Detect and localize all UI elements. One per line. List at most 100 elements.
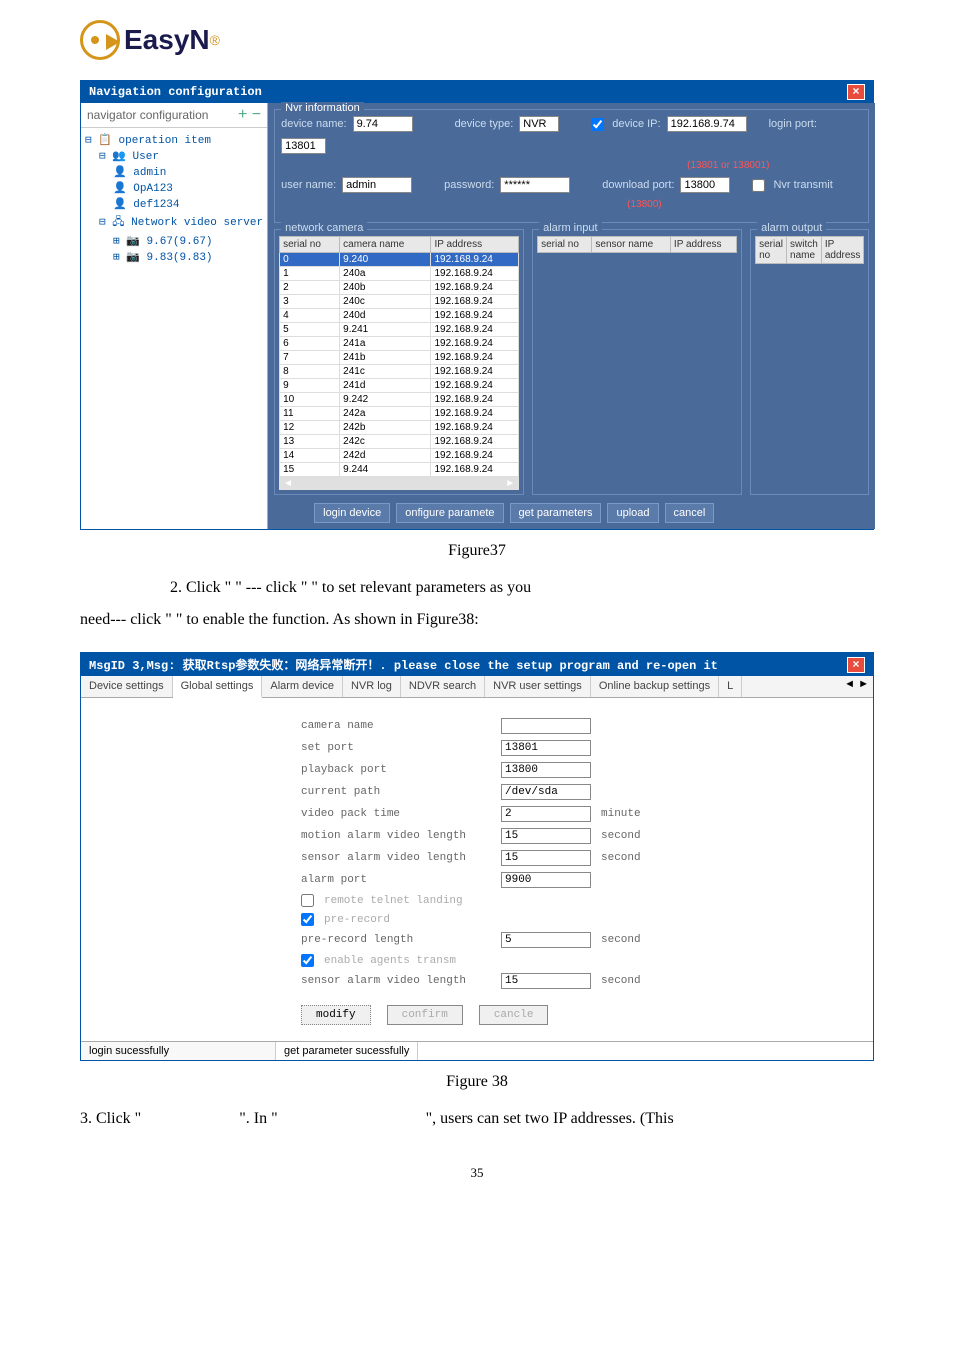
alarm-input-table[interactable]: serial nosensor nameIP address	[537, 236, 737, 253]
sensor-alarm-length2-label: sensor alarm video length	[301, 975, 491, 987]
nav-tree[interactable]: ⊟ 📋 operation item⊟ 👥 User👤 admin👤 OpA12…	[81, 128, 267, 269]
table-row[interactable]: 2240b192.168.9.24	[280, 281, 519, 295]
table-row[interactable]: 8241c192.168.9.24	[280, 365, 519, 379]
alarm-output-table[interactable]: serial noswitch nameIP address	[755, 236, 864, 264]
onfigure-paramete-button[interactable]: onfigure paramete	[396, 503, 503, 523]
device-ip-checkbox[interactable]	[591, 118, 604, 131]
cancel-button[interactable]: cancle	[479, 1005, 549, 1025]
tab-scroll-icon[interactable]: ◄ ►	[840, 676, 873, 697]
tree-item[interactable]: 👤 admin	[85, 164, 263, 180]
table-row[interactable]: 9241d192.168.9.24	[280, 379, 519, 393]
column-header[interactable]: IP address	[431, 237, 519, 253]
setting-label: motion alarm video length	[301, 830, 491, 842]
dialog-titlebar[interactable]: Navigation configuration ×	[81, 81, 873, 103]
tree-item[interactable]: ⊞ 📷 9.67(9.67)	[85, 233, 263, 249]
device-type-input[interactable]	[519, 116, 559, 132]
close-icon[interactable]: ×	[847, 657, 865, 673]
table-row[interactable]: 09.240192.168.9.24	[280, 253, 519, 267]
login-device-button[interactable]: login device	[314, 503, 390, 523]
device-name-input[interactable]	[353, 116, 413, 132]
setting-input[interactable]	[501, 850, 591, 866]
tab-online-backup-settings[interactable]: Online backup settings	[591, 676, 719, 697]
tree-item[interactable]: 👤 def1234	[85, 196, 263, 212]
table-cell: 192.168.9.24	[431, 253, 519, 267]
setting-input[interactable]	[501, 828, 591, 844]
table-row[interactable]: 12242b192.168.9.24	[280, 421, 519, 435]
table-cell: 15	[280, 463, 340, 477]
column-header[interactable]: sensor name	[592, 237, 671, 253]
modify-button[interactable]: modify	[301, 1005, 371, 1025]
pre-record-checkbox[interactable]	[301, 913, 314, 926]
sensor-alarm-length2-input[interactable]	[501, 973, 591, 989]
table-row[interactable]: 1240a192.168.9.24	[280, 267, 519, 281]
scroll-left-icon[interactable]: ◄	[283, 478, 293, 489]
table-row[interactable]: 7241b192.168.9.24	[280, 351, 519, 365]
para2-a: need--- click "	[80, 611, 172, 628]
setting-input[interactable]	[501, 762, 591, 778]
scroll-right-icon[interactable]: ►	[505, 478, 515, 489]
tab-alarm-device[interactable]: Alarm device	[262, 676, 343, 697]
tab-ndvr-search[interactable]: NDVR search	[401, 676, 485, 697]
table-row[interactable]: 14242d192.168.9.24	[280, 449, 519, 463]
column-header[interactable]: serial no	[756, 237, 787, 264]
scroll-bar[interactable]: ◄►	[279, 477, 519, 490]
pre-record-length-input[interactable]	[501, 932, 591, 948]
tree-item[interactable]: ⊟ 👥 User	[85, 148, 263, 164]
cancel-button[interactable]: cancel	[665, 503, 715, 523]
column-header[interactable]: IP address	[821, 237, 864, 264]
msgid-titlebar[interactable]: MsgID 3,Msg: 获取Rtsp参数失败：网络异常断开！. please …	[81, 653, 873, 676]
table-row[interactable]: 59.241192.168.9.24	[280, 323, 519, 337]
download-port-input[interactable]	[680, 177, 730, 193]
tabs-bar[interactable]: Device settingsGlobal settingsAlarm devi…	[81, 676, 873, 698]
setting-input[interactable]	[501, 718, 591, 734]
table-cell: 192.168.9.24	[431, 281, 519, 295]
settings-row: current path	[301, 784, 853, 800]
tab-global-settings[interactable]: Global settings	[173, 676, 263, 698]
tree-item[interactable]: ⊟ 🖧 Network video server	[85, 212, 263, 233]
remote-telnet-checkbox[interactable]	[301, 894, 314, 907]
network-camera-label: network camera	[281, 222, 367, 234]
password-input[interactable]	[500, 177, 570, 193]
nvr-transmit-checkbox[interactable]	[752, 179, 765, 192]
para1-c: " to set relevant parameters as you	[311, 579, 531, 596]
tree-expand-buttons[interactable]: + −	[238, 106, 261, 124]
confirm-button[interactable]: confirm	[387, 1005, 463, 1025]
get-parameters-button[interactable]: get parameters	[510, 503, 602, 523]
user-name-input[interactable]	[342, 177, 412, 193]
tab-l[interactable]: L	[719, 676, 742, 697]
tab-nvr-log[interactable]: NVR log	[343, 676, 401, 697]
table-row[interactable]: 109.242192.168.9.24	[280, 393, 519, 407]
tree-item[interactable]: 👤 OpA123	[85, 180, 263, 196]
table-row[interactable]: 4240d192.168.9.24	[280, 309, 519, 323]
table-row[interactable]: 13242c192.168.9.24	[280, 435, 519, 449]
tree-item[interactable]: ⊞ 📷 9.83(9.83)	[85, 249, 263, 265]
close-icon[interactable]: ×	[847, 84, 865, 100]
table-row[interactable]: 11242a192.168.9.24	[280, 407, 519, 421]
table-row[interactable]: 3240c192.168.9.24	[280, 295, 519, 309]
tree-item[interactable]: ⊟ 📋 operation item	[85, 132, 263, 148]
enable-agents-label: enable agents transm	[324, 955, 514, 967]
tab-device-settings[interactable]: Device settings	[81, 676, 173, 697]
tab-nvr-user-settings[interactable]: NVR user settings	[485, 676, 591, 697]
table-cell: 12	[280, 421, 340, 435]
table-row[interactable]: 159.244192.168.9.24	[280, 463, 519, 477]
column-header[interactable]: IP address	[670, 237, 736, 253]
column-header[interactable]: camera name	[340, 237, 431, 253]
setting-input[interactable]	[501, 740, 591, 756]
enable-agents-checkbox[interactable]	[301, 954, 314, 967]
table-cell: 192.168.9.24	[431, 323, 519, 337]
table-cell: 4	[280, 309, 340, 323]
table-row[interactable]: 6241a192.168.9.24	[280, 337, 519, 351]
column-header[interactable]: switch name	[787, 237, 822, 264]
column-header[interactable]: serial no	[538, 237, 592, 253]
setting-input[interactable]	[501, 806, 591, 822]
camera-table[interactable]: serial nocamera nameIP address09.240192.…	[279, 236, 519, 477]
column-header[interactable]: serial no	[280, 237, 340, 253]
alarm-input-label: alarm input	[539, 222, 601, 234]
table-cell: 240d	[340, 309, 431, 323]
setting-input[interactable]	[501, 872, 591, 888]
device-ip-input[interactable]	[667, 116, 747, 132]
login-port-input[interactable]	[281, 138, 326, 154]
upload-button[interactable]: upload	[607, 503, 658, 523]
setting-input[interactable]	[501, 784, 591, 800]
